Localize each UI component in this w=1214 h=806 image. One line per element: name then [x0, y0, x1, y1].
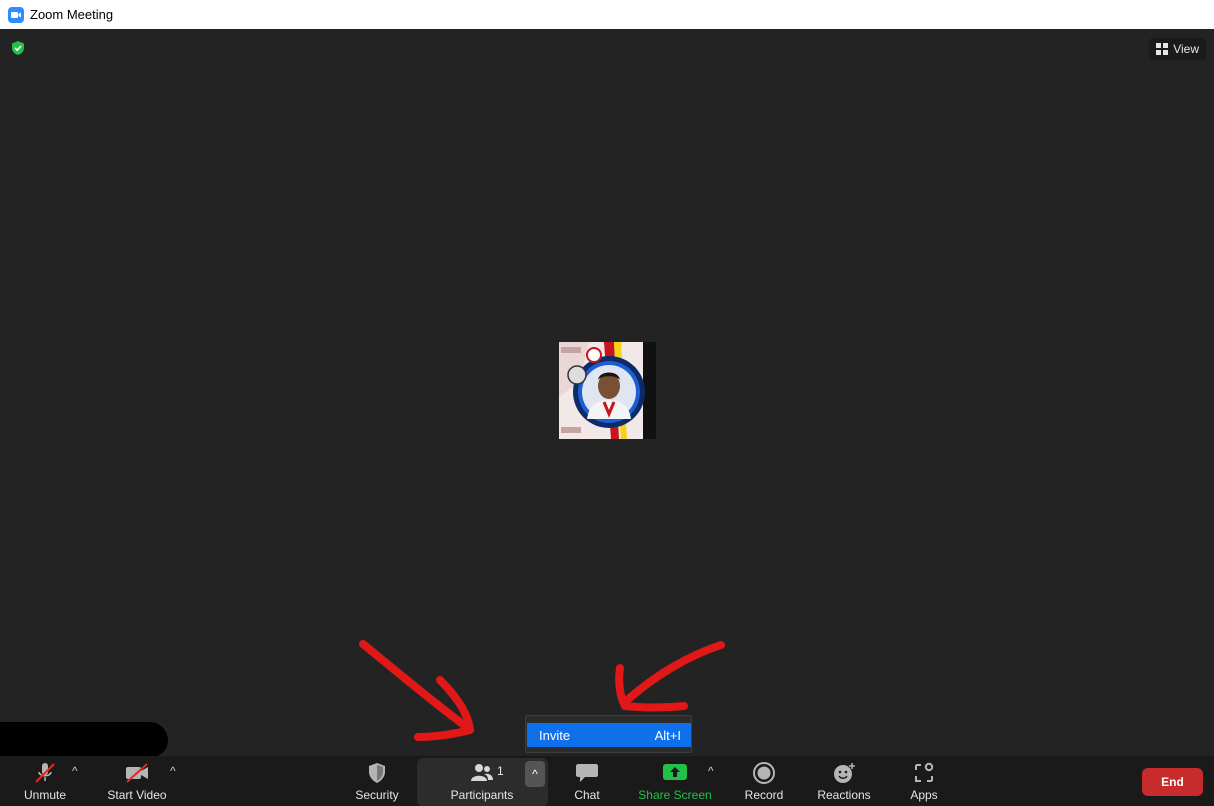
participants-menu: Invite Alt+I: [525, 715, 692, 753]
record-label: Record: [744, 788, 784, 802]
end-meeting-button[interactable]: End: [1142, 768, 1203, 796]
participants-button[interactable]: Participants: [445, 756, 519, 806]
view-label: View: [1173, 42, 1199, 56]
apps-icon: [915, 762, 934, 782]
record-icon: [753, 762, 775, 784]
record-button[interactable]: Record: [738, 756, 790, 806]
shield-check-icon[interactable]: [10, 40, 26, 56]
share-options-caret[interactable]: ^: [708, 764, 714, 778]
video-off-icon: [126, 763, 148, 783]
security-label: Security: [355, 788, 399, 802]
participants-icon: [471, 764, 493, 781]
title-bar: Zoom Meeting: [0, 0, 1214, 29]
grid-view-icon: [1156, 43, 1169, 55]
view-button[interactable]: View: [1149, 38, 1206, 60]
apps-button[interactable]: Apps: [900, 756, 948, 806]
start-video-label: Start Video: [107, 788, 167, 802]
reactions-button[interactable]: Reactions: [812, 756, 876, 806]
zoom-camera-icon: [8, 6, 24, 23]
shield-icon: [369, 763, 385, 783]
share-screen-icon: [663, 764, 687, 780]
chat-button[interactable]: Chat: [562, 756, 612, 806]
participants-options-caret[interactable]: ^: [525, 761, 545, 787]
participant-avatar: [559, 342, 656, 439]
share-screen-button[interactable]: Share Screen: [636, 756, 714, 806]
redacted-area: [0, 722, 168, 757]
unmute-button[interactable]: Unmute: [14, 756, 76, 806]
meeting-toolbar: Unmute ^ Start Video ^ Security Particip…: [0, 756, 1214, 806]
invite-shortcut: Alt+I: [654, 727, 681, 743]
audio-options-caret[interactable]: ^: [72, 764, 78, 778]
participants-label: Participants: [450, 788, 514, 802]
apps-label: Apps: [910, 788, 938, 802]
window-title: Zoom Meeting: [30, 7, 114, 22]
security-button[interactable]: Security: [348, 756, 406, 806]
muted-microphone-icon: [35, 763, 55, 783]
menu-item-invite[interactable]: Invite Alt+I: [527, 723, 691, 747]
unmute-label: Unmute: [23, 788, 67, 802]
emoji-reaction-icon: [834, 763, 855, 783]
chat-label: Chat: [574, 788, 600, 802]
start-video-button[interactable]: Start Video: [102, 756, 172, 806]
reactions-label: Reactions: [817, 788, 871, 802]
invite-label: Invite: [539, 727, 571, 743]
video-options-caret[interactable]: ^: [170, 764, 176, 778]
chat-bubble-icon: [576, 764, 598, 782]
participant-count: 1: [497, 764, 504, 778]
share-screen-label: Share Screen: [638, 788, 712, 802]
